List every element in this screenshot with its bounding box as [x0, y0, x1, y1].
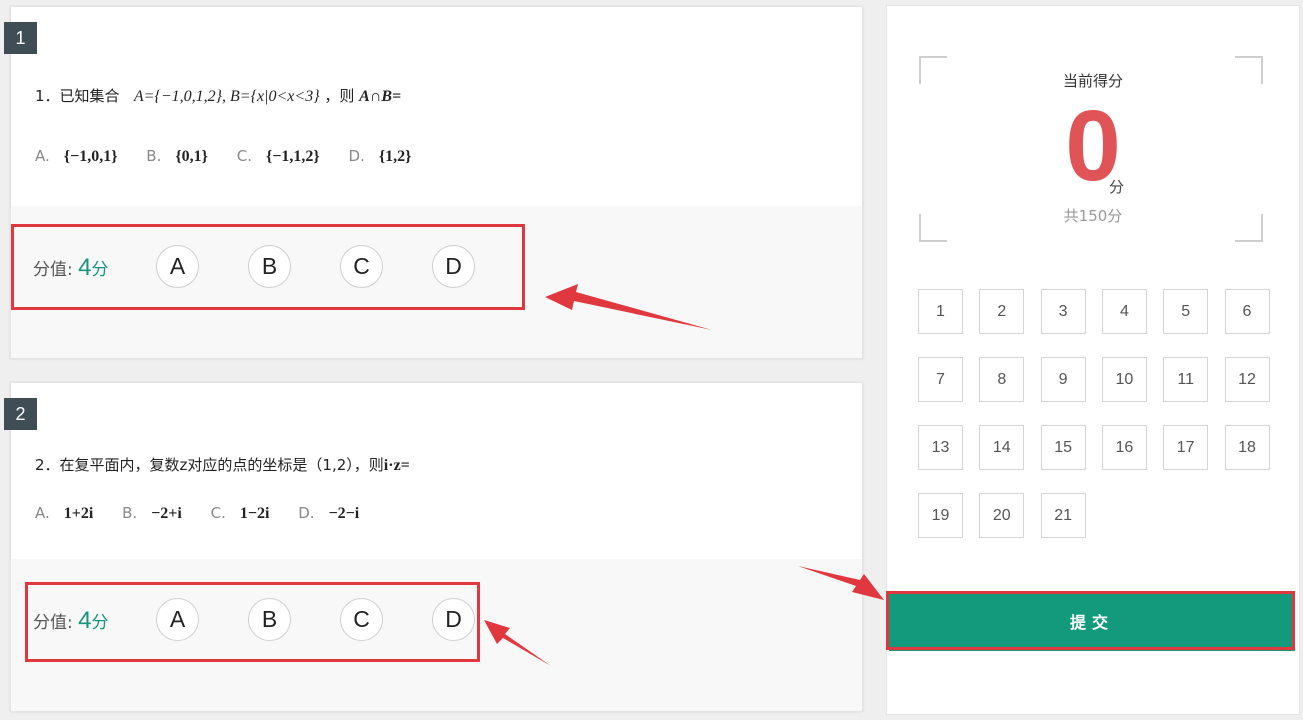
question-nav-button[interactable]: 4 [1101, 289, 1147, 334]
question-nav-button[interactable]: 17 [1163, 425, 1209, 470]
stem-math-2: i·z= [383, 457, 410, 474]
option-b: B. −2+i [122, 504, 182, 522]
question-stem: 1．已知集合 A={−1,0,1,2}, B={x|0<x<3} ，则 A∩B= [35, 85, 401, 106]
question-nav-button[interactable]: 9 [1040, 357, 1086, 402]
option-c: C. {−1,1,2} [236, 147, 320, 165]
option-b: B. {0,1} [146, 147, 208, 165]
annotation-box-q2-answers [25, 582, 480, 662]
question-nav-button[interactable]: 15 [1040, 425, 1086, 470]
question-number-badge: 2 [4, 398, 37, 430]
options-list: A. 1+2i B. −2+i C. 1−2i D. −2−i [35, 504, 383, 523]
question-nav-button[interactable]: 21 [1040, 493, 1086, 538]
option-d: D. {1,2} [348, 147, 412, 165]
question-nav-button[interactable]: 2 [979, 289, 1025, 334]
total-score: 共150分 [1063, 207, 1123, 225]
question-stem: 2．在复平面内，复数z对应的点的坐标是（1,2），则i·z= [35, 454, 410, 475]
question-nav-button[interactable]: 16 [1101, 425, 1147, 470]
question-nav-button[interactable]: 3 [1040, 289, 1086, 334]
question-nav-button[interactable]: 12 [1224, 357, 1270, 402]
current-score-value: 0 [1065, 90, 1121, 202]
question-nav-button[interactable]: 11 [1163, 357, 1209, 402]
question-nav-button[interactable]: 7 [918, 357, 963, 402]
stem-text: 1．已知集合 [35, 87, 120, 105]
question-number-badge: 1 [4, 22, 37, 54]
option-a: A. 1+2i [35, 504, 94, 522]
question-nav-button[interactable]: 8 [979, 357, 1025, 402]
question-nav-button[interactable]: 5 [1163, 289, 1209, 334]
question-nav-button[interactable]: 1 [918, 289, 963, 334]
question-nav-button[interactable]: 14 [979, 425, 1025, 470]
current-score-title: 当前得分 [1062, 72, 1123, 90]
option-a: A. {−1,0,1} [35, 147, 118, 165]
question-nav-button[interactable]: 10 [1101, 357, 1147, 402]
stem-math-2: A∩B= [359, 88, 402, 105]
question-nav-button[interactable]: 6 [1224, 289, 1270, 334]
stem-text-suffix: ，则 [324, 87, 355, 105]
question-nav-button[interactable]: 20 [979, 493, 1025, 538]
stem-text: 2．在复平面内，复数z对应的点的坐标是（1,2），则 [35, 456, 384, 474]
annotation-box-q1-answers [11, 224, 525, 310]
question-nav-button[interactable]: 18 [1224, 425, 1270, 470]
option-d: D. −2−i [298, 504, 360, 522]
option-c: C. 1−2i [210, 504, 270, 522]
annotation-box-submit [886, 591, 1295, 650]
options-list: A. {−1,0,1} B. {0,1} C. {−1,1,2} D. {1,2} [35, 147, 435, 166]
question-card-2: 2 2．在复平面内，复数z对应的点的坐标是（1,2），则i·z= A. 1+2i … [4, 382, 863, 712]
stem-math: A={−1,0,1,2}, B={x|0<x<3} [133, 88, 320, 105]
question-nav-button[interactable]: 19 [918, 493, 963, 538]
question-nav-button[interactable]: 13 [918, 425, 963, 470]
current-score-unit: 分 [1109, 178, 1125, 196]
